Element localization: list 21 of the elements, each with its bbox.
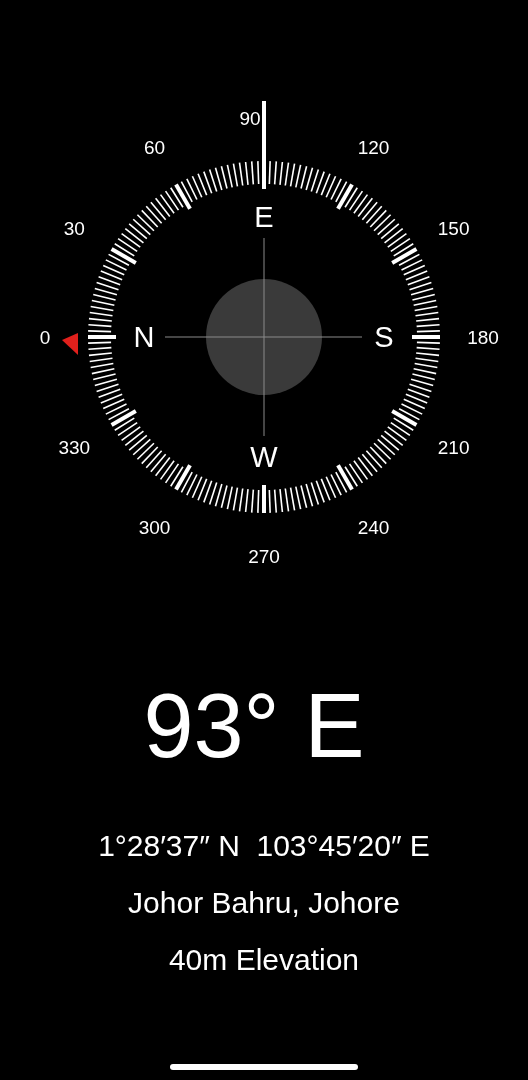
elevation-text: 40m Elevation bbox=[168, 942, 360, 978]
degree-label: 330 bbox=[58, 436, 91, 458]
triangle-marker-icon bbox=[62, 333, 78, 355]
degree-label: 0 bbox=[39, 327, 51, 348]
heading-reading: 93° E bbox=[143, 676, 365, 776]
cardinal-label: N bbox=[133, 321, 155, 353]
coordinates-text: 1°28′37″ N 103°45′20″ E bbox=[98, 828, 430, 864]
location-text: Johor Bahru, Johore bbox=[128, 885, 400, 921]
degree-label: 30 bbox=[63, 217, 85, 239]
degree-label: 240 bbox=[357, 516, 390, 538]
degree-label: 210 bbox=[437, 436, 470, 458]
cardinal-label: S bbox=[374, 321, 394, 353]
degree-label: 60 bbox=[143, 137, 166, 159]
degree-label: 90 bbox=[239, 108, 261, 129]
cardinal-label: W bbox=[250, 441, 278, 473]
cardinal-label: E bbox=[254, 201, 274, 233]
degree-label: 150 bbox=[437, 217, 470, 239]
degree-label: 270 bbox=[248, 546, 280, 567]
degree-label: 120 bbox=[357, 137, 390, 159]
degree-label: 300 bbox=[138, 516, 171, 538]
degree-label: 180 bbox=[467, 327, 499, 348]
